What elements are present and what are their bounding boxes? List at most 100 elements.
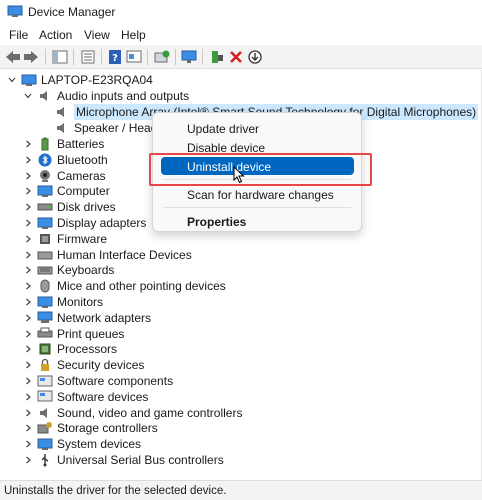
toolbar-separator — [202, 49, 203, 65]
category-label: Human Interface Devices — [57, 247, 192, 262]
chevron-right-icon[interactable] — [22, 249, 34, 261]
tree-category-batteries[interactable]: Batteries — [22, 136, 104, 152]
tree-category-cameras[interactable]: Cameras — [22, 168, 106, 184]
menu-file[interactable]: File — [9, 28, 28, 42]
tree-category-disk-drives[interactable]: Disk drives — [22, 199, 116, 215]
keyboards-icon — [37, 263, 53, 277]
chevron-right-icon[interactable] — [22, 359, 34, 371]
tree-category-human-interface-devices[interactable]: Human Interface Devices — [22, 247, 192, 263]
chevron-right-icon[interactable] — [22, 391, 34, 403]
tree-category-monitors[interactable]: Monitors — [22, 294, 103, 310]
category-label: Processors — [57, 342, 118, 357]
tree-category-computer[interactable]: Computer — [22, 183, 110, 199]
menu-separator — [163, 207, 351, 208]
category-label: Audio inputs and outputs — [57, 89, 190, 103]
security-devices-icon — [37, 358, 53, 372]
properties-sheet-icon[interactable] — [80, 49, 96, 65]
scan-hardware-icon[interactable] — [154, 49, 170, 65]
speaker-icon — [54, 121, 70, 135]
tree-root[interactable]: LAPTOP-E23RQA04 — [6, 72, 153, 88]
chevron-right-icon[interactable] — [22, 280, 34, 292]
chevron-right-icon[interactable] — [22, 185, 34, 197]
tree-category-sound-video-and-game-controllers[interactable]: Sound, video and game controllers — [22, 405, 242, 421]
menu-action[interactable]: Action — [39, 28, 72, 42]
tree-category-firmware[interactable]: Firmware — [22, 231, 107, 247]
svg-text:?: ? — [112, 53, 118, 64]
uninstall-x-icon[interactable] — [228, 49, 244, 65]
category-label: Software devices — [57, 389, 149, 404]
status-text: Uninstalls the driver for the selected d… — [4, 485, 227, 497]
device-manager-icon — [7, 5, 23, 18]
category-label: Security devices — [57, 358, 145, 373]
category-label: Batteries — [57, 137, 105, 151]
chevron-right-icon[interactable] — [22, 454, 34, 466]
category-label: Bluetooth — [57, 152, 108, 167]
category-label: Monitors — [57, 295, 104, 309]
tree-category-security-devices[interactable]: Security devices — [22, 357, 144, 373]
network-adapters-icon — [37, 311, 53, 325]
title-bar: Device Manager — [0, 0, 482, 24]
computer-icon — [37, 184, 53, 198]
chevron-right-icon[interactable] — [22, 170, 34, 182]
tree-category-software-components[interactable]: Software components — [22, 373, 173, 389]
tree-category-print-queues[interactable]: Print queues — [22, 326, 124, 342]
chevron-right-icon[interactable] — [22, 328, 34, 340]
menu-item-label: Properties — [187, 215, 247, 229]
tree-category-keyboards[interactable]: Keyboards — [22, 262, 114, 278]
toolbar-separator — [45, 49, 46, 65]
help-icon[interactable]: ? — [107, 49, 123, 65]
tree-category-network-adapters[interactable]: Network adapters — [22, 310, 151, 326]
category-label: System devices — [57, 437, 142, 452]
highlight-callout-box — [149, 153, 372, 186]
back-arrow-icon[interactable] — [5, 49, 21, 65]
chevron-right-icon[interactable] — [22, 233, 34, 245]
tree-category-mice-and-other-pointing-devices[interactable]: Mice and other pointing devices — [22, 278, 226, 294]
chevron-right-icon[interactable] — [22, 296, 34, 308]
update-driver-icon[interactable] — [209, 49, 225, 65]
menu-help[interactable]: Help — [121, 28, 146, 42]
tree-category-processors[interactable]: Processors — [22, 341, 117, 357]
menu-properties[interactable]: Properties — [153, 212, 361, 232]
menu-scan-hardware[interactable]: Scan for hardware changes — [153, 185, 361, 205]
cameras-icon — [37, 169, 53, 183]
chevron-right-icon[interactable] — [22, 375, 34, 387]
chevron-right-icon[interactable] — [22, 312, 34, 324]
category-label: Cameras — [57, 168, 106, 183]
tree-category-universal-serial-bus-controllers[interactable]: Universal Serial Bus controllers — [22, 452, 224, 468]
window-title: Device Manager — [28, 5, 116, 19]
monitor-display-icon[interactable] — [181, 49, 197, 65]
chevron-right-icon[interactable] — [22, 407, 34, 419]
chevron-right-icon[interactable] — [22, 138, 34, 150]
chevron-right-icon[interactable] — [22, 201, 34, 213]
menu-view[interactable]: View — [84, 28, 110, 42]
download-icon[interactable] — [247, 49, 263, 65]
forward-arrow-icon[interactable] — [23, 49, 39, 65]
device-properties-icon[interactable] — [126, 49, 142, 65]
tree-category-storage-controllers[interactable]: Storage controllers — [22, 420, 158, 436]
system-devices-icon — [37, 437, 53, 451]
chevron-right-icon[interactable] — [22, 343, 34, 355]
tree-category-software-devices[interactable]: Software devices — [22, 389, 148, 405]
batteries-icon — [37, 137, 53, 151]
tree-category-bluetooth[interactable]: Bluetooth — [22, 152, 108, 168]
menu-update-driver[interactable]: Update driver — [153, 119, 361, 139]
universal-serial-bus-controllers-icon — [37, 453, 53, 467]
show-hide-tree-icon[interactable] — [52, 49, 68, 65]
tree-category-audio[interactable]: Audio inputs and outputs — [22, 88, 189, 104]
category-label: Print queues — [57, 326, 125, 341]
category-label: Universal Serial Bus controllers — [57, 453, 224, 467]
chevron-right-icon[interactable] — [22, 438, 34, 450]
chevron-right-icon[interactable] — [22, 264, 34, 276]
chevron-down-icon[interactable] — [22, 90, 34, 102]
category-label: Firmware — [57, 231, 107, 246]
chevron-right-icon[interactable] — [22, 154, 34, 166]
menu-item-label: Scan for hardware changes — [187, 188, 334, 202]
monitors-icon — [37, 295, 53, 309]
bluetooth-icon — [37, 153, 53, 167]
tree-category-system-devices[interactable]: System devices — [22, 436, 141, 452]
tree-category-display-adapters[interactable]: Display adapters — [22, 215, 146, 231]
chevron-right-icon[interactable] — [22, 217, 34, 229]
mice-and-other-pointing-devices-icon — [37, 279, 53, 293]
chevron-down-icon[interactable] — [6, 74, 18, 86]
chevron-right-icon[interactable] — [22, 422, 34, 434]
